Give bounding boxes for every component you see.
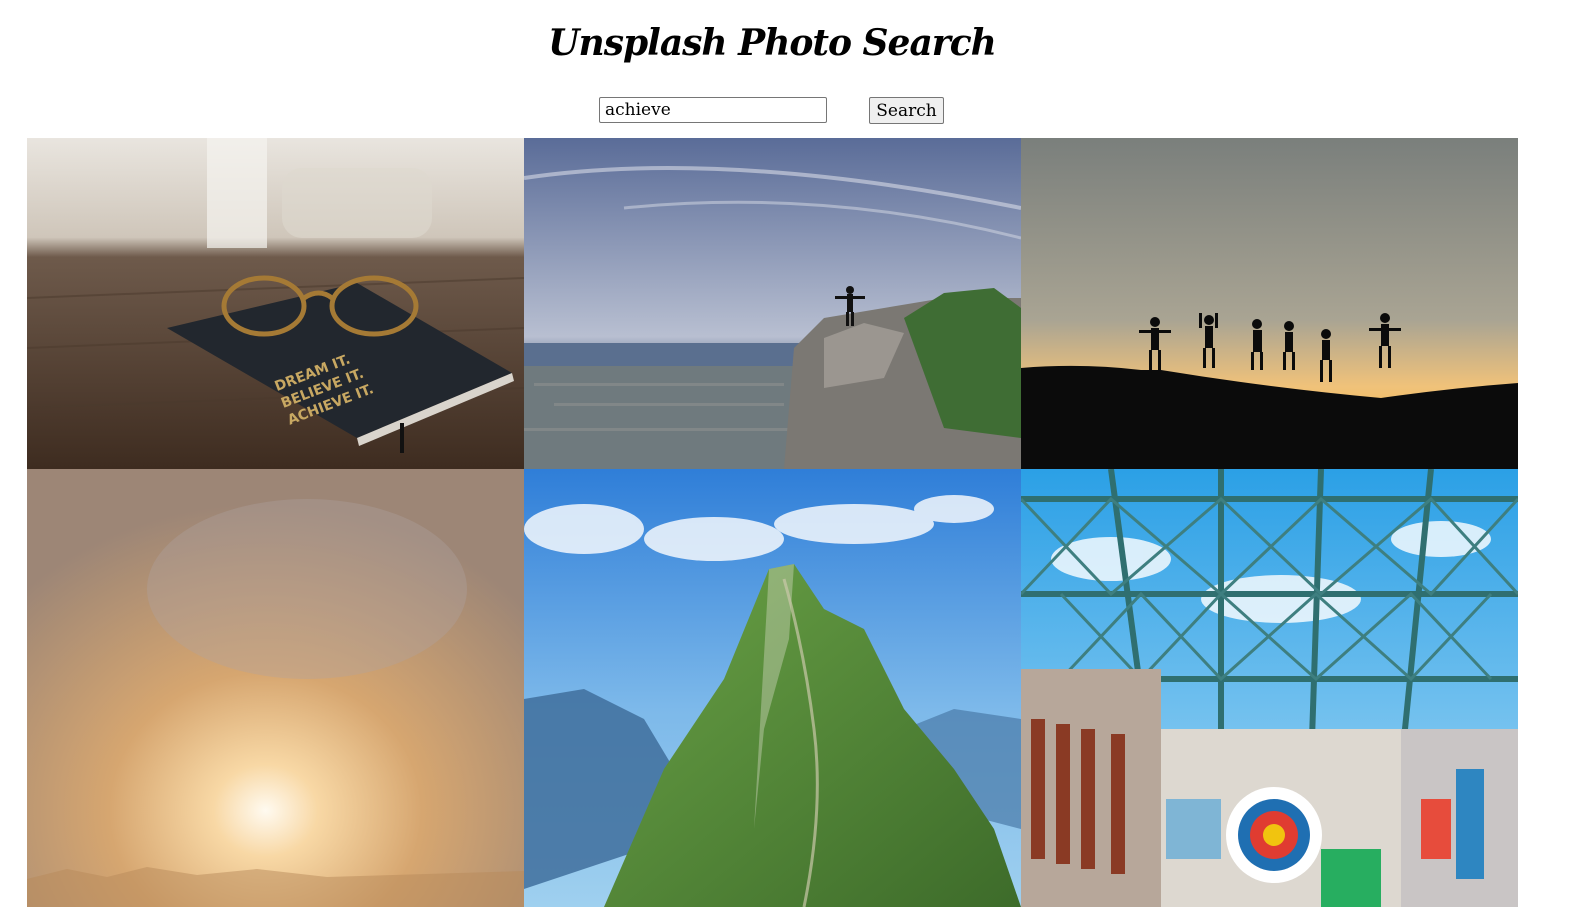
photo-grid: DREAM IT. BELIEVE IT. ACHIEVE IT. [27, 138, 1518, 907]
photo-cliff-person[interactable] [524, 138, 1021, 469]
photo-jumping-silhouettes[interactable] [1021, 138, 1518, 469]
page-title: Unsplash Photo Search [548, 22, 997, 64]
photo-target-warehouse[interactable] [1021, 469, 1518, 907]
photo-notebook-glasses[interactable]: DREAM IT. BELIEVE IT. ACHIEVE IT. [27, 138, 524, 469]
search-input[interactable] [599, 97, 827, 123]
search-button[interactable]: Search [869, 97, 944, 124]
photo-green-mountain[interactable] [524, 469, 1021, 907]
photo-hazy-sunrise[interactable] [27, 469, 524, 907]
